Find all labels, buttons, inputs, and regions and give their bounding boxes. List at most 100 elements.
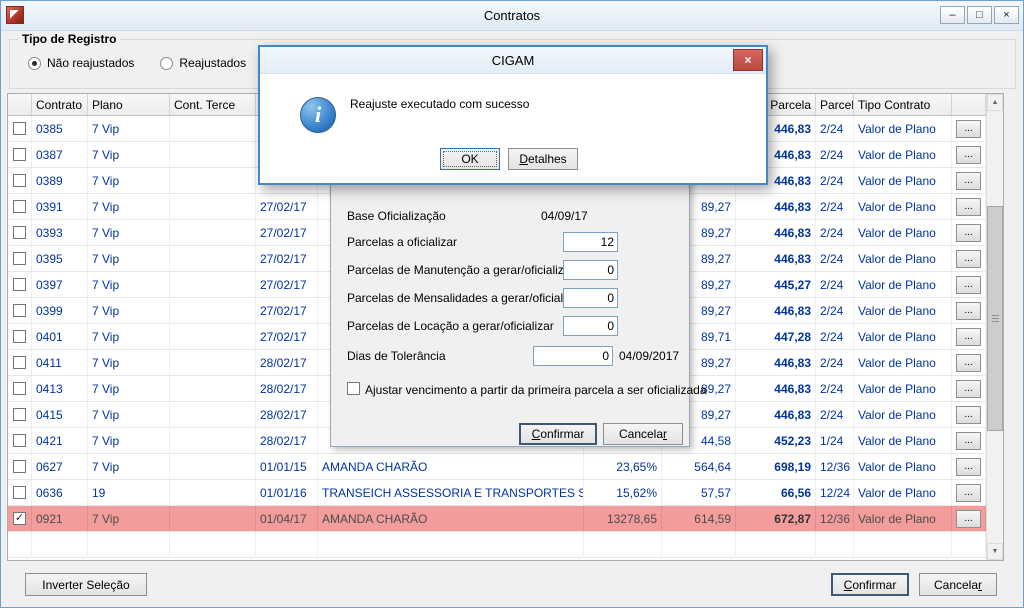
row-checkbox[interactable] <box>13 408 26 421</box>
header-cont-terce[interactable]: Cont. Terce <box>170 94 256 115</box>
row-checkbox[interactable] <box>13 252 26 265</box>
row-more-button[interactable]: ... <box>956 353 981 372</box>
row-checkbox[interactable] <box>13 382 26 395</box>
cell-valor-parcela: 66,56 <box>736 480 816 505</box>
header-contrato[interactable]: Contrato <box>32 94 88 115</box>
dialog-cancel-button[interactable]: Cancelar <box>603 423 683 445</box>
scrollbar-thumb[interactable] <box>987 206 1003 431</box>
scroll-down-button[interactable]: ▼ <box>987 543 1003 560</box>
cell-tipo-contrato: Valor de Plano <box>854 402 952 427</box>
cigam-close-button[interactable]: × <box>733 49 763 71</box>
cell-percentual: 23,65% <box>584 454 662 479</box>
window-title: Contratos <box>483 8 541 23</box>
row-more-button[interactable]: ... <box>956 457 981 476</box>
scroll-up-button[interactable]: ▲ <box>987 94 1003 111</box>
row-more-cell: ... <box>952 116 986 141</box>
parcelas-oficializar-input[interactable] <box>563 232 618 252</box>
row-more-button[interactable]: ... <box>956 249 981 268</box>
cancel-button[interactable]: Cancelar <box>919 573 997 596</box>
confirm-button[interactable]: Confirmar <box>831 573 909 596</box>
header-parcelas[interactable]: Parcelas <box>816 94 854 115</box>
table-row[interactable]: 0636 19 01/01/16 TRANSEICH ASSESSORIA E … <box>8 480 1003 506</box>
minimize-button[interactable]: – <box>940 6 965 24</box>
dias-tolerancia-input[interactable] <box>533 346 613 366</box>
row-checkbox[interactable]: ✓ <box>13 512 26 525</box>
parcelas-locacao-input[interactable] <box>563 316 618 336</box>
cell-data: 28/02/17 <box>256 402 318 427</box>
cigam-titlebar: CIGAM × <box>260 47 766 74</box>
row-more-button[interactable]: ... <box>956 379 981 398</box>
header-select[interactable] <box>8 94 32 115</box>
cell-valor-parcela: 446,83 <box>736 402 816 427</box>
cell-plano: 7 Vip <box>88 220 170 245</box>
radio-reajustados[interactable]: Reajustados <box>160 56 246 70</box>
row-checkbox[interactable] <box>13 460 26 473</box>
row-checkbox[interactable] <box>13 486 26 499</box>
table-row[interactable]: ✓ 0921 7 Vip 01/04/17 AMANDA CHARÃO 1327… <box>8 506 1003 532</box>
ok-button[interactable]: OK <box>440 148 500 170</box>
row-checkbox[interactable] <box>13 278 26 291</box>
row-checkbox[interactable] <box>13 434 26 447</box>
cell-contrato: 0401 <box>32 324 88 349</box>
parcelas-mensalidades-input[interactable] <box>563 288 618 308</box>
row-more-button[interactable]: ... <box>956 327 981 346</box>
radio-selected-icon <box>28 56 41 70</box>
cell-parcelas: 2/24 <box>816 194 854 219</box>
row-more-button[interactable]: ... <box>956 301 981 320</box>
details-button[interactable]: Detalhes <box>508 148 578 170</box>
header-tipo-contrato[interactable]: Tipo Contrato <box>854 94 952 115</box>
close-button[interactable]: × <box>994 6 1019 24</box>
row-more-button[interactable]: ... <box>956 275 981 294</box>
cell-plano: 7 Vip <box>88 246 170 271</box>
cell-parcelas: 2/24 <box>816 168 854 193</box>
cell-plano: 7 Vip <box>88 506 170 531</box>
row-checkbox-cell <box>8 246 32 271</box>
cigam-message: Reajuste executado com sucesso <box>350 97 530 111</box>
parcelas-manutencao-input[interactable] <box>563 260 618 280</box>
cell-contrato: 0389 <box>32 168 88 193</box>
row-more-button[interactable]: ... <box>956 483 981 502</box>
row-checkbox[interactable] <box>13 200 26 213</box>
cell-data: 01/04/17 <box>256 506 318 531</box>
ajustar-vencimento-checkbox[interactable] <box>347 382 360 395</box>
cell-tipo-contrato: Valor de Plano <box>854 324 952 349</box>
row-more-cell: ... <box>952 168 986 193</box>
header-plano[interactable]: Plano <box>88 94 170 115</box>
cell-tipo-contrato: Valor de Plano <box>854 454 952 479</box>
row-more-button[interactable]: ... <box>956 431 981 450</box>
row-more-button[interactable]: ... <box>956 405 981 424</box>
cell-data: 28/02/17 <box>256 428 318 453</box>
row-more-button[interactable]: ... <box>956 197 981 216</box>
row-more-button[interactable]: ... <box>956 509 981 528</box>
cell-parcelas: 12/24 <box>816 480 854 505</box>
cell-data: 28/02/17 <box>256 350 318 375</box>
cell-tipo-contrato: Valor de Plano <box>854 428 952 453</box>
row-more-button[interactable]: ... <box>956 171 981 190</box>
row-more-button[interactable]: ... <box>956 145 981 164</box>
maximize-button[interactable]: □ <box>967 6 992 24</box>
row-checkbox[interactable] <box>13 330 26 343</box>
cell-contrato: 0391 <box>32 194 88 219</box>
row-more-button[interactable]: ... <box>956 119 981 138</box>
header-actions[interactable] <box>952 94 986 115</box>
row-checkbox[interactable] <box>13 304 26 317</box>
radio-nao-reajustados[interactable]: Não reajustados <box>28 56 134 70</box>
cell-parcelas: 2/24 <box>816 246 854 271</box>
row-more-button[interactable]: ... <box>956 223 981 242</box>
cell-valor-parcela: 446,83 <box>736 246 816 271</box>
dialog-confirm-button[interactable]: Confirmar <box>519 423 597 445</box>
row-checkbox-cell <box>8 350 32 375</box>
row-checkbox-cell <box>8 168 32 193</box>
row-checkbox[interactable] <box>13 226 26 239</box>
row-checkbox[interactable] <box>13 148 26 161</box>
cell-tipo-contrato: Valor de Plano <box>854 480 952 505</box>
vertical-scrollbar[interactable]: ▲ ▼ <box>986 94 1003 560</box>
cell-valor-parcela: 447,28 <box>736 324 816 349</box>
invert-selection-button[interactable]: Inverter Seleção <box>25 573 147 596</box>
table-row[interactable]: 0627 7 Vip 01/01/15 AMANDA CHARÃO 23,65%… <box>8 454 1003 480</box>
row-checkbox[interactable] <box>13 174 26 187</box>
row-checkbox[interactable] <box>13 356 26 369</box>
row-checkbox[interactable] <box>13 122 26 135</box>
row-checkbox-cell <box>8 324 32 349</box>
cell-valor-parcela: 698,19 <box>736 454 816 479</box>
